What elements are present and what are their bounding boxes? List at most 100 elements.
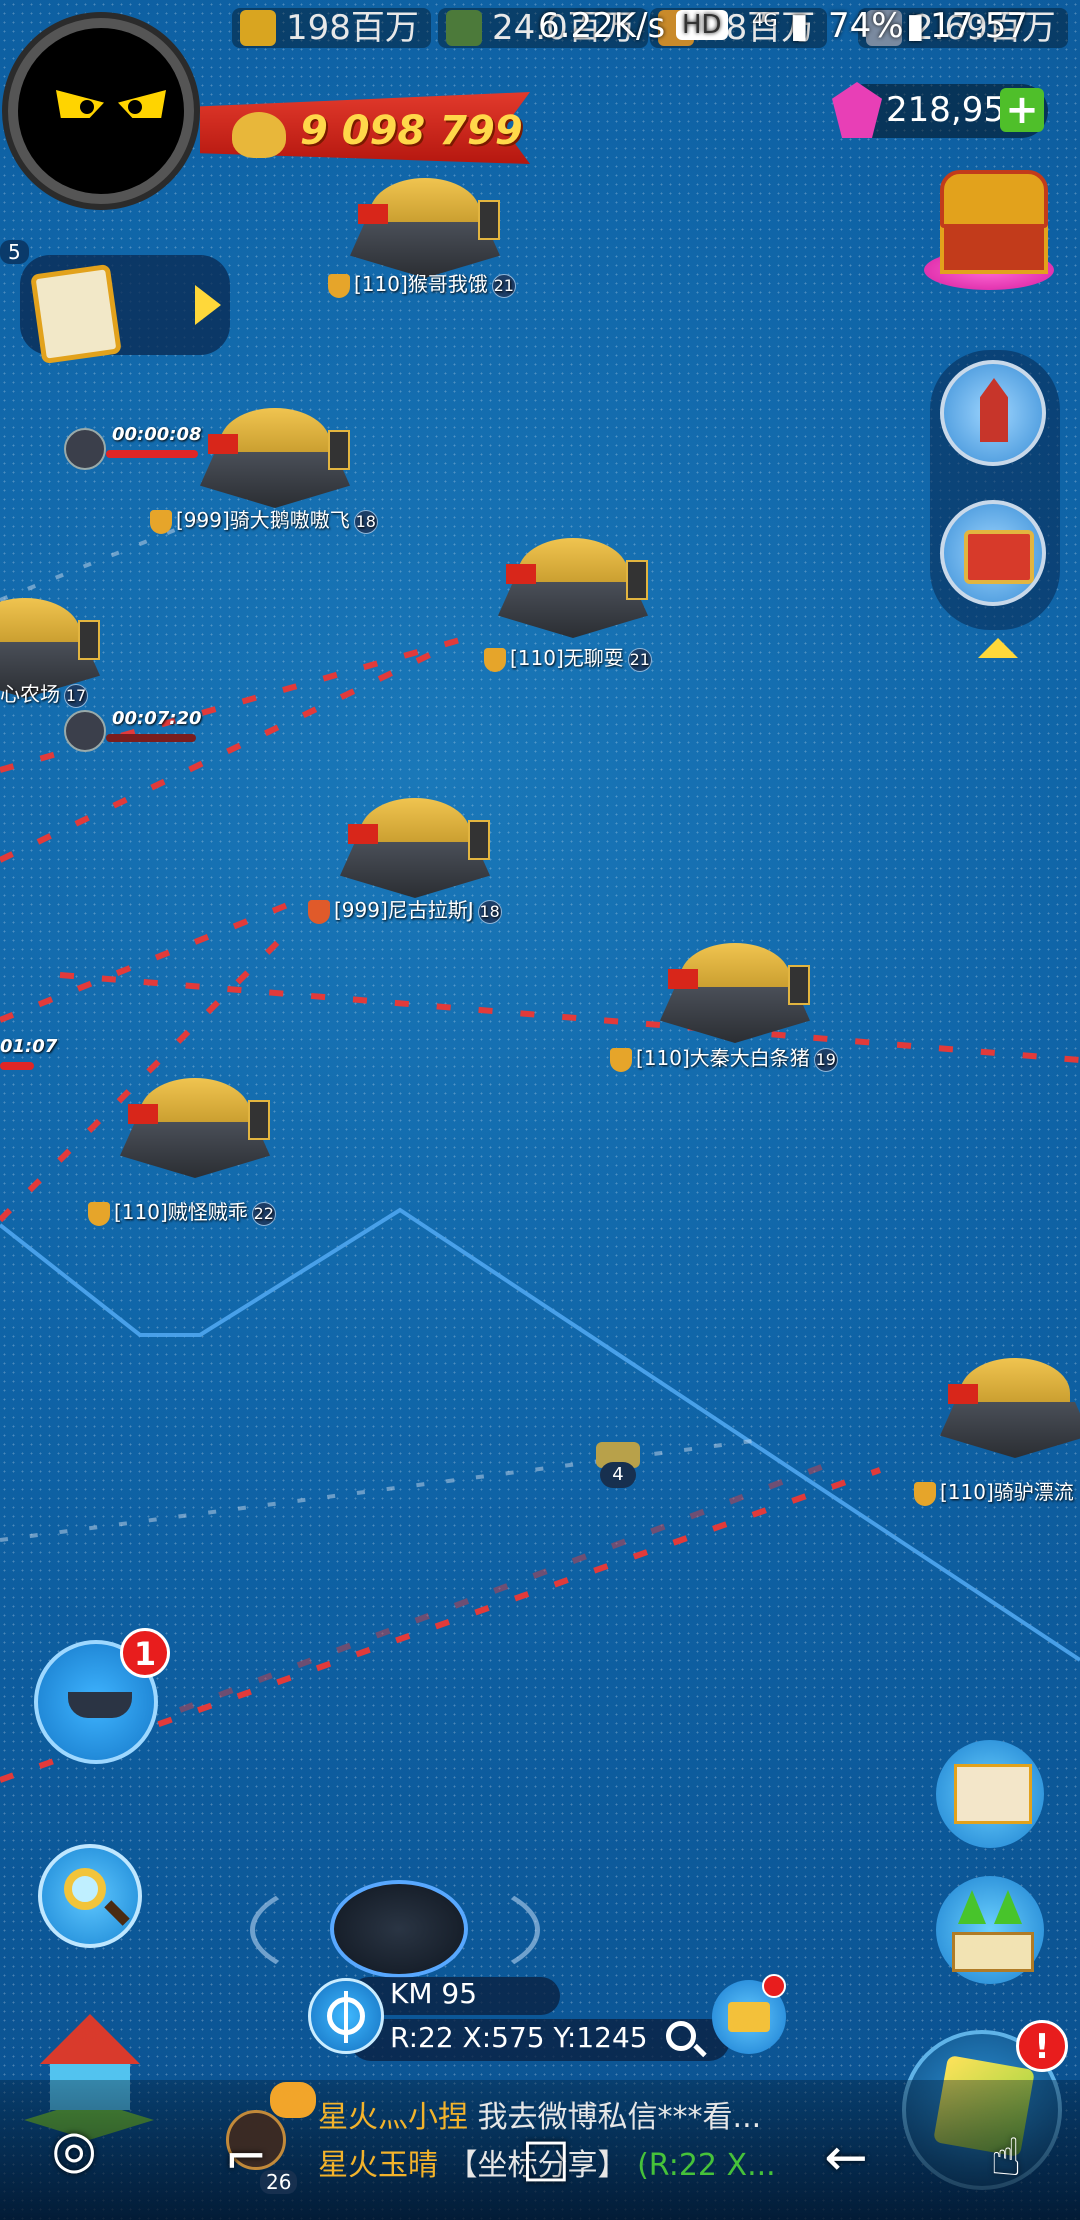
base-tower — [78, 620, 100, 660]
fleet-avatar-icon[interactable] — [64, 710, 106, 752]
up-arrow-icon — [994, 1890, 1022, 1924]
house-roof-icon — [40, 2014, 140, 2064]
gold-bars-icon — [240, 10, 276, 46]
collapse-arrow-icon[interactable] — [978, 638, 1018, 658]
gift-event-button[interactable] — [940, 500, 1046, 606]
base-level: 18 — [477, 899, 502, 924]
base-label[interactable]: [999]骑大鹅嗷嗷飞 18 — [150, 504, 378, 534]
base-tower — [478, 200, 500, 240]
base-label[interactable]: [110]无聊耍 21 — [484, 642, 652, 672]
fuel-barrel-icon — [446, 10, 482, 46]
base-hull — [940, 1402, 1080, 1458]
add-gems-button[interactable]: + — [1000, 88, 1044, 132]
base-tower — [328, 430, 350, 470]
bookmarks-button[interactable] — [712, 1974, 786, 2054]
alliance-shield-icon — [484, 647, 506, 672]
rank-eagle-icon — [232, 112, 286, 158]
battery-icon: ▮ — [906, 6, 925, 46]
flag-icon — [128, 1104, 158, 1124]
chat-bubble-icon[interactable] — [270, 2082, 316, 2118]
back-icon[interactable]: ← — [806, 2126, 886, 2190]
magnifier-icon — [64, 1868, 106, 1910]
home-icon[interactable]: □ — [506, 2126, 586, 2190]
base-name: [110]猴哥我饿 — [354, 272, 488, 296]
gems-counter[interactable]: 218,959 + — [832, 82, 1048, 138]
resource-value: 198百万 — [286, 8, 419, 48]
base-level: 19 — [813, 1047, 838, 1072]
upgrade-button[interactable] — [936, 1876, 1044, 1984]
signal-bars-icon: ▮ — [790, 6, 809, 46]
base-name: [999]尼古拉斯J — [334, 898, 474, 922]
locate-crosshair-button[interactable] — [308, 1978, 384, 2054]
radar-icon — [330, 1880, 468, 1978]
march-progress-bar — [106, 450, 198, 458]
march-route-3 — [0, 897, 302, 1023]
envelope-icon — [954, 1764, 1032, 1824]
base-label[interactable]: [110]大秦大白条猪 19 — [610, 1042, 838, 1072]
avatar-pupil-left — [80, 100, 94, 114]
player-avatar[interactable] — [8, 18, 194, 204]
alliance-shield-icon — [88, 1201, 110, 1226]
coordinate-search-icon[interactable] — [666, 2021, 696, 2051]
treasure-chest-button[interactable] — [924, 160, 1054, 290]
base-tower — [626, 560, 648, 600]
march-timer: 00:00:08 — [112, 424, 202, 445]
battery-level: 74% — [828, 6, 904, 46]
touch-hand-icon[interactable]: ☝ — [966, 2126, 1046, 2190]
base-label[interactable]: [110]贼怪贼乖 22 — [88, 1196, 276, 1226]
enemy-base[interactable] — [488, 520, 658, 650]
enemy-base[interactable] — [930, 1340, 1080, 1470]
base-tower — [468, 820, 490, 860]
flag-icon — [208, 434, 238, 454]
kingdom-label: KM 95 — [390, 1977, 478, 2010]
unit-count: 4 — [600, 1462, 636, 1488]
radar-console[interactable] — [250, 1860, 540, 1990]
power-value: 9 098 799 — [300, 108, 523, 154]
base-name: [110]骑驴漂流 — [940, 1480, 1074, 1504]
alert-badge: ! — [1016, 2020, 1068, 2072]
base-tower — [788, 965, 810, 1005]
recent-apps-icon[interactable]: ⌐ — [206, 2126, 286, 2190]
search-button[interactable] — [38, 1844, 142, 1948]
base-level: 18 — [353, 509, 378, 534]
position-label[interactable]: R:22 X:575 Y:1245 — [390, 2021, 648, 2054]
base-level: 22 — [251, 1201, 276, 1226]
base-label[interactable]: [999]尼古拉斯J 18 — [308, 894, 502, 924]
march-progress-bar — [106, 734, 196, 742]
march-timer: 01:07 — [0, 1036, 58, 1057]
base-name: [110]贼怪贼乖 — [114, 1200, 248, 1224]
territory-border — [0, 1207, 1080, 1662]
base-tower — [248, 1100, 270, 1140]
clipboard-anchor-icon — [30, 263, 122, 365]
flag-icon — [358, 204, 388, 224]
base-name: 心农场 — [0, 682, 60, 706]
alliance-shield-icon — [328, 273, 350, 298]
base-label[interactable]: [110]猴哥我饿 21 — [328, 268, 516, 298]
up-arrow-icon — [958, 1890, 986, 1924]
magnifier-handle — [104, 1900, 130, 1926]
enemy-base[interactable] — [190, 390, 360, 520]
enemy-base[interactable] — [330, 780, 500, 910]
resource-gold[interactable]: 198百万 — [232, 8, 431, 48]
enemy-base[interactable] — [110, 1060, 280, 1190]
base-name: [110]大秦大白条猪 — [636, 1046, 810, 1070]
base-label[interactable]: 心农场 17 — [0, 678, 88, 708]
base-level: 21 — [491, 273, 516, 298]
alliance-shield-icon — [914, 1481, 936, 1506]
tower-event-button[interactable] — [940, 360, 1046, 466]
gamepad-icon[interactable]: ◎ — [34, 2118, 114, 2182]
base-label[interactable]: [110]骑驴漂流 — [914, 1476, 1074, 1506]
base-name: [110]无聊耍 — [510, 646, 624, 670]
alliance-shield-icon — [150, 509, 172, 534]
base-level: 21 — [627, 647, 652, 672]
mail-button[interactable] — [936, 1740, 1044, 1848]
enemy-base[interactable] — [650, 925, 820, 1055]
army-unit[interactable]: 4 — [586, 1436, 650, 1488]
fleet-notification-badge: 1 — [120, 1628, 170, 1678]
fleet-avatar-icon[interactable] — [64, 428, 106, 470]
march-timer: 00:07:20 — [112, 708, 202, 729]
base-name: [999]骑大鹅嗷嗷飞 — [176, 508, 350, 532]
quest-button[interactable] — [20, 255, 230, 365]
avatar-pupil-right — [128, 100, 142, 114]
gift-box-icon — [964, 530, 1034, 584]
